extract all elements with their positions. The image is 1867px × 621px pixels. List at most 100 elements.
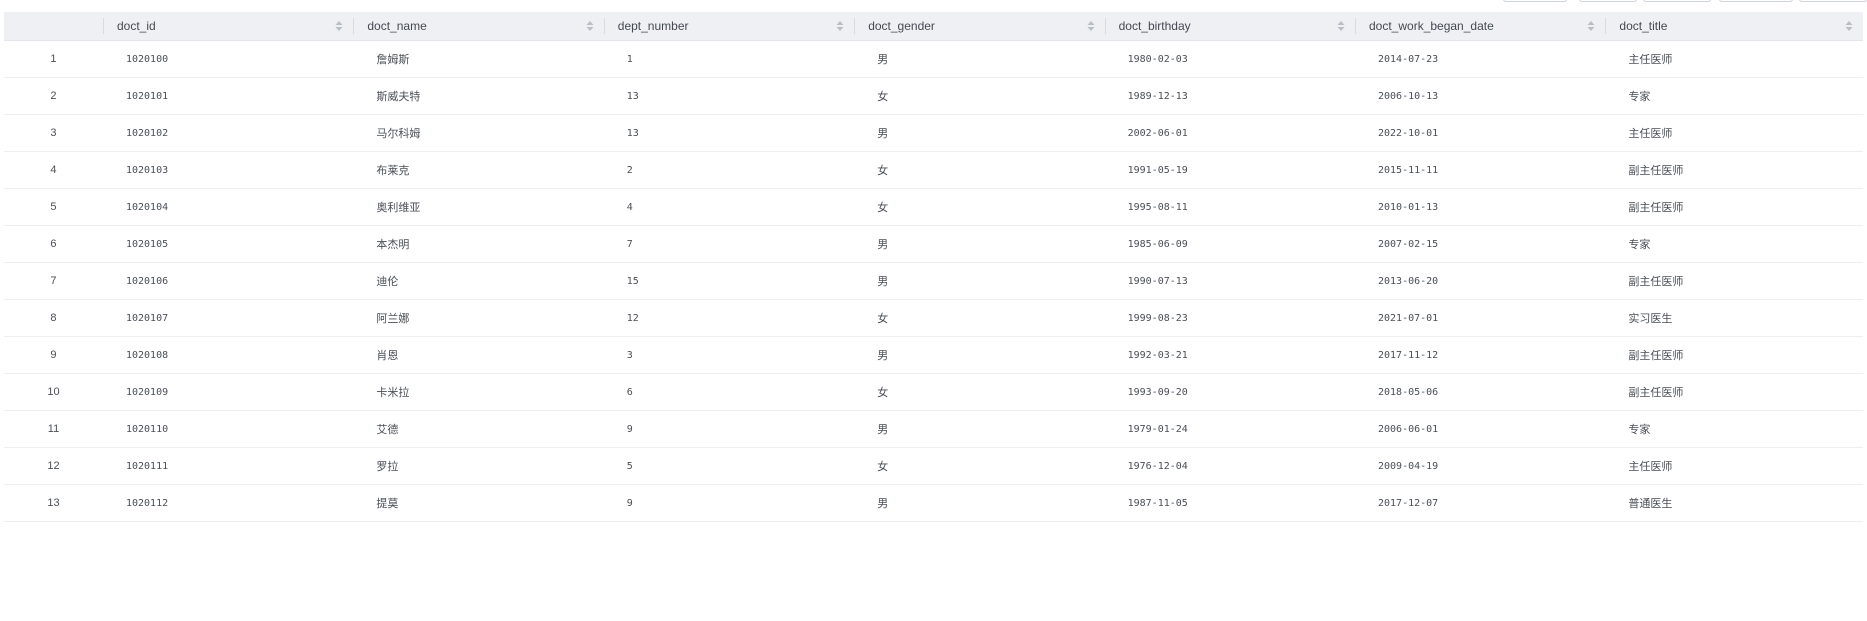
cell-doct-title[interactable]: 副主任医师 <box>1605 188 1863 226</box>
cell-doct-id[interactable]: 1020111 <box>102 447 354 485</box>
cell-dept-number[interactable]: 15 <box>603 262 855 300</box>
sort-icon[interactable] <box>1337 20 1345 32</box>
cell-doct-birthday[interactable]: 1976-12-04 <box>1104 447 1355 485</box>
table-row[interactable]: 3 1020102 马尔科姆 13 男 2002-06-01 2022-10-01 主任医师 <box>4 114 1863 152</box>
cell-doct-work-began-date[interactable]: 2022-10-01 <box>1355 114 1606 152</box>
sort-icon[interactable] <box>1087 20 1095 32</box>
cell-doct-birthday[interactable]: 2002-06-01 <box>1104 114 1355 152</box>
cell-doct-id[interactable]: 1020105 <box>102 225 354 263</box>
toolbar-button-5[interactable] <box>1799 0 1867 2</box>
cell-idx[interactable]: 8 <box>4 299 103 337</box>
cell-idx[interactable]: 13 <box>4 484 103 522</box>
sort-icon[interactable] <box>1845 20 1853 32</box>
cell-doct-title[interactable]: 副主任医师 <box>1605 373 1863 411</box>
sort-icon[interactable] <box>586 20 594 32</box>
cell-doct-id[interactable]: 1020103 <box>102 151 354 189</box>
cell-doct-name[interactable]: 卡米拉 <box>353 373 604 411</box>
cell-dept-number[interactable]: 2 <box>603 151 855 189</box>
table-row[interactable]: 5 1020104 奥利维亚 4 女 1995-08-11 2010-01-13 副主任医师 <box>4 188 1863 226</box>
column-divider[interactable] <box>1104 18 1106 34</box>
cell-doct-title[interactable]: 普通医生 <box>1605 484 1863 522</box>
table-row[interactable]: 11 1020110 艾德 9 男 1979-01-24 2006-06-01 专家 <box>4 410 1863 448</box>
cell-doct-birthday[interactable]: 1992-03-21 <box>1104 336 1355 374</box>
cell-doct-birthday[interactable]: 1985-06-09 <box>1104 225 1355 263</box>
cell-doct-birthday[interactable]: 1993-09-20 <box>1104 373 1355 411</box>
cell-doct-title[interactable]: 主任医师 <box>1605 114 1863 152</box>
table-row[interactable]: 13 1020112 提莫 9 男 1987-11-05 2017-12-07 普通医生 <box>4 484 1863 522</box>
table-row[interactable]: 8 1020107 阿兰娜 12 女 1999-08-23 2021-07-01 实习医生 <box>4 299 1863 337</box>
column-divider[interactable] <box>102 18 104 34</box>
cell-doct-id[interactable]: 1020110 <box>102 410 354 448</box>
table-row[interactable]: 4 1020103 布莱克 2 女 1991-05-19 2015-11-11 副主任医师 <box>4 151 1863 189</box>
cell-doct-title[interactable]: 副主任医师 <box>1605 151 1863 189</box>
column-divider[interactable] <box>353 18 355 34</box>
column-header-doct-id[interactable]: doct_id <box>102 12 354 41</box>
cell-doct-birthday[interactable]: 1980-02-03 <box>1104 40 1355 78</box>
cell-doct-work-began-date[interactable]: 2006-06-01 <box>1355 410 1606 448</box>
cell-doct-title[interactable]: 专家 <box>1605 225 1863 263</box>
cell-doct-work-began-date[interactable]: 2010-01-13 <box>1355 188 1606 226</box>
column-header-dept-number[interactable]: dept_number <box>603 12 855 41</box>
column-header-doct-work-began-date[interactable]: doct_work_began_date <box>1355 12 1606 41</box>
cell-doct-id[interactable]: 1020109 <box>102 373 354 411</box>
cell-dept-number[interactable]: 13 <box>603 114 855 152</box>
cell-idx[interactable]: 7 <box>4 262 103 300</box>
table-row[interactable]: 2 1020101 斯威夫特 13 女 1989-12-13 2006-10-13 专家 <box>4 77 1863 115</box>
cell-doct-name[interactable]: 詹姆斯 <box>353 40 604 78</box>
table-row[interactable]: 9 1020108 肖恩 3 男 1992-03-21 2017-11-12 副主任医师 <box>4 336 1863 374</box>
table-row[interactable]: 7 1020106 迪伦 15 男 1990-07-13 2013-06-20 副主任医师 <box>4 262 1863 300</box>
cell-doct-birthday[interactable]: 1999-08-23 <box>1104 299 1355 337</box>
toolbar-button-4[interactable] <box>1719 0 1793 2</box>
cell-doct-id[interactable]: 1020102 <box>102 114 354 152</box>
cell-dept-number[interactable]: 1 <box>603 40 855 78</box>
cell-doct-title[interactable]: 专家 <box>1605 410 1863 448</box>
cell-idx[interactable]: 3 <box>4 114 103 152</box>
toolbar-button-2[interactable] <box>1579 0 1637 2</box>
sort-icon[interactable] <box>1587 20 1595 32</box>
cell-doct-gender[interactable]: 男 <box>854 410 1105 448</box>
cell-doct-work-began-date[interactable]: 2013-06-20 <box>1355 262 1606 300</box>
cell-doct-gender[interactable]: 男 <box>854 336 1105 374</box>
cell-doct-gender[interactable]: 女 <box>854 373 1105 411</box>
cell-doct-name[interactable]: 奥利维亚 <box>353 188 604 226</box>
cell-doct-title[interactable]: 副主任医师 <box>1605 262 1863 300</box>
cell-doct-title[interactable]: 实习医生 <box>1605 299 1863 337</box>
cell-dept-number[interactable]: 7 <box>603 225 855 263</box>
cell-doct-name[interactable]: 斯威夫特 <box>353 77 604 115</box>
cell-doct-id[interactable]: 1020100 <box>102 40 354 78</box>
cell-doct-work-began-date[interactable]: 2007-02-15 <box>1355 225 1606 263</box>
cell-doct-work-began-date[interactable]: 2017-11-12 <box>1355 336 1606 374</box>
cell-idx[interactable]: 11 <box>4 410 103 448</box>
cell-doct-id[interactable]: 1020101 <box>102 77 354 115</box>
cell-doct-title[interactable]: 主任医师 <box>1605 40 1863 78</box>
column-header-doct-title[interactable]: doct_title <box>1605 12 1863 41</box>
column-divider[interactable] <box>1605 18 1607 34</box>
table-row[interactable]: 6 1020105 本杰明 7 男 1985-06-09 2007-02-15 专家 <box>4 225 1863 263</box>
cell-doct-gender[interactable]: 男 <box>854 225 1105 263</box>
cell-doct-gender[interactable]: 男 <box>854 484 1105 522</box>
column-header-doct-gender[interactable]: doct_gender <box>854 12 1105 41</box>
cell-doct-id[interactable]: 1020112 <box>102 484 354 522</box>
cell-doct-birthday[interactable]: 1979-01-24 <box>1104 410 1355 448</box>
cell-doct-name[interactable]: 肖恩 <box>353 336 604 374</box>
cell-doct-id[interactable]: 1020107 <box>102 299 354 337</box>
cell-doct-gender[interactable]: 男 <box>854 40 1105 78</box>
cell-doct-birthday[interactable]: 1995-08-11 <box>1104 188 1355 226</box>
cell-idx[interactable]: 2 <box>4 77 103 115</box>
cell-doct-gender[interactable]: 女 <box>854 151 1105 189</box>
cell-doct-birthday[interactable]: 1990-07-13 <box>1104 262 1355 300</box>
cell-doct-id[interactable]: 1020108 <box>102 336 354 374</box>
cell-doct-id[interactable]: 1020104 <box>102 188 354 226</box>
column-divider[interactable] <box>603 18 605 34</box>
cell-doct-title[interactable]: 主任医师 <box>1605 447 1863 485</box>
cell-idx[interactable]: 5 <box>4 188 103 226</box>
cell-dept-number[interactable]: 9 <box>603 484 855 522</box>
cell-doct-gender[interactable]: 女 <box>854 188 1105 226</box>
toolbar-button-3[interactable] <box>1643 0 1711 2</box>
cell-doct-work-began-date[interactable]: 2014-07-23 <box>1355 40 1606 78</box>
cell-doct-gender[interactable]: 男 <box>854 114 1105 152</box>
cell-dept-number[interactable]: 12 <box>603 299 855 337</box>
cell-doct-work-began-date[interactable]: 2021-07-01 <box>1355 299 1606 337</box>
cell-doct-title[interactable]: 副主任医师 <box>1605 336 1863 374</box>
cell-doct-work-began-date[interactable]: 2018-05-06 <box>1355 373 1606 411</box>
